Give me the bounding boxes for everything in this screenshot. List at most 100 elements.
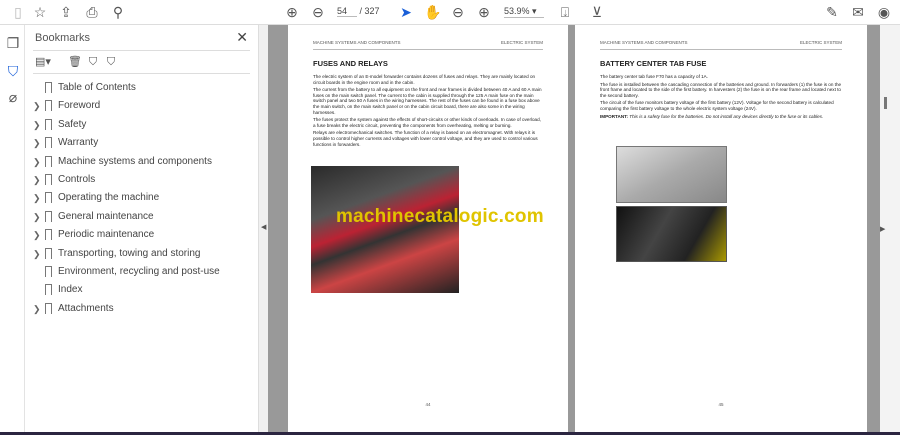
fill-sign-icon[interactable]: ✎ xyxy=(824,4,840,20)
bookmark-item[interactable]: ❯ Warranty xyxy=(25,135,258,151)
chevron-right-icon[interactable]: ❯ xyxy=(33,135,41,151)
panel-title: Bookmarks xyxy=(35,32,91,44)
bookmark-icon xyxy=(45,100,52,112)
chevron-right-icon[interactable]: ❯ xyxy=(33,301,41,317)
save-icon[interactable]: ▯ xyxy=(10,4,26,20)
paragraph: The battery center tab fuse F70 has a ca… xyxy=(600,74,709,79)
document-viewer: MACHINE SYSTEMS AND COMPONENTS ELECTRIC S… xyxy=(268,25,890,432)
important-text: This is a safety fuse for the batteries.… xyxy=(627,113,824,119)
bookmark-icon xyxy=(45,247,52,259)
delete-icon[interactable]: 🗑 xyxy=(67,54,83,70)
page-fit-icon[interactable]: ⍗ xyxy=(557,4,573,20)
forwarder-fuse-photo xyxy=(616,146,727,203)
new-bookmark-icon[interactable]: ⛉ xyxy=(85,54,101,70)
scroll-mode-icon[interactable]: ⊻ xyxy=(589,4,605,20)
zoom-value: 53.9% xyxy=(504,6,530,16)
star-icon[interactable]: ☆ xyxy=(32,4,48,20)
bookmark-item[interactable]: Index xyxy=(25,282,258,298)
important-label: IMPORTANT: xyxy=(600,113,628,119)
zoom-level-select[interactable]: 53.9% ▾ xyxy=(504,6,544,18)
paragraph: Relays are electromechanical switches. T… xyxy=(313,130,538,147)
bookmark-item[interactable]: ❯ Foreword xyxy=(25,98,258,114)
bookmark-item[interactable]: ❯ Controls xyxy=(25,172,258,188)
bookmark-label: Warranty xyxy=(58,137,99,149)
bookmark-icon[interactable]: ⛉ xyxy=(5,63,21,79)
paragraph: The current from the battery to all equi… xyxy=(313,87,542,115)
chevron-right-icon[interactable]: ❯ xyxy=(33,98,41,114)
print-icon[interactable]: ⎙ xyxy=(84,4,100,20)
bookmark-item[interactable]: ❯ Operating the machine xyxy=(25,190,258,206)
panel-splitter[interactable]: ◀ xyxy=(258,25,268,435)
paragraph: The fuses protect the system against the… xyxy=(313,117,541,128)
chevron-right-icon[interactable]: ❯ xyxy=(33,246,41,262)
bookmark-icon xyxy=(45,118,52,130)
bookmark-label: Table of Contents xyxy=(58,82,136,93)
bookmark-item[interactable]: ❯ Safety xyxy=(25,117,258,133)
page-number-input[interactable]: 54 xyxy=(337,6,357,17)
bookmark-label: Controls xyxy=(58,174,96,185)
expand-arrow-icon[interactable]: ▶ xyxy=(880,225,885,233)
header-right: ELECTRIC SYSTEM xyxy=(500,40,543,45)
bookmark-icon xyxy=(45,229,52,241)
previous-page-icon[interactable]: ⊕ xyxy=(284,4,300,20)
page-total: / 327 xyxy=(359,6,380,16)
bookmark-label: Index xyxy=(58,284,83,296)
paragraph: The circuit of the fuse monitors battery… xyxy=(600,100,834,111)
bookmark-icon xyxy=(45,266,52,277)
bookmark-label: Transporting, towing and storing xyxy=(58,247,201,259)
bookmark-item[interactable]: ❯ Attachments xyxy=(25,301,258,317)
bookmark-icon xyxy=(45,192,52,204)
bookmark-item[interactable]: Environment, recycling and post-use xyxy=(25,264,258,280)
bookmark-icon xyxy=(45,210,52,222)
page-number: 44 xyxy=(425,402,431,408)
bookmark-icon xyxy=(45,137,52,149)
bookmark-label: Periodic maintenance xyxy=(58,229,155,241)
mail-icon[interactable]: ✉ xyxy=(850,4,866,20)
page-45: MACHINE SYSTEMS AND COMPONENTS ELECTRIC S… xyxy=(575,25,867,432)
page-44: MACHINE SYSTEMS AND COMPONENTS ELECTRIC S… xyxy=(288,25,568,432)
find-bookmark-icon[interactable]: ⛉ xyxy=(103,54,119,70)
bookmark-item[interactable]: ❯ Machine systems and components xyxy=(25,154,258,170)
toolbar: ▯ ☆ ⇪ ⎙ ⚲ ⊕ ⊖ 54 / 327 ➤ ✋ ⊖ ⊕ 53.9% ▾ ⍗… xyxy=(0,0,900,25)
chevron-right-icon[interactable]: ❯ xyxy=(33,117,41,133)
harvester-fuse-photo xyxy=(616,206,727,262)
header-left: MACHINE SYSTEMS AND COMPONENTS xyxy=(600,40,688,45)
pages-icon[interactable]: ❐ xyxy=(5,35,21,51)
options-menu-icon[interactable]: ▤▾ xyxy=(35,54,51,70)
chevron-right-icon[interactable]: ❯ xyxy=(33,227,41,243)
account-icon[interactable]: ◉ xyxy=(876,4,892,20)
chevron-right-icon[interactable]: ❯ xyxy=(33,172,41,188)
attachment-icon[interactable]: ⌀ xyxy=(5,89,21,105)
bookmark-label: Attachments xyxy=(58,302,114,314)
next-page-icon[interactable]: ⊖ xyxy=(310,4,326,20)
bookmark-icon xyxy=(45,82,52,93)
paragraph: The electric system of an E-model forwar… xyxy=(313,74,536,85)
section-title: BATTERY CENTER TAB FUSE xyxy=(600,59,707,68)
select-cursor-icon[interactable]: ➤ xyxy=(398,4,414,20)
search-icon[interactable]: ⚲ xyxy=(110,4,126,20)
watermark: machinecatalogic.com xyxy=(336,206,544,227)
chevron-right-icon[interactable]: ❯ xyxy=(33,209,41,225)
bookmark-label: General maintenance xyxy=(58,210,154,222)
vertical-scrollbar[interactable]: ▶ xyxy=(880,25,900,432)
bookmark-item[interactable]: Table of Contents xyxy=(25,80,258,96)
bookmark-item[interactable]: ❯ Periodic maintenance xyxy=(25,227,258,243)
zoom-out-icon[interactable]: ⊖ xyxy=(450,4,466,20)
bookmark-label: Environment, recycling and post-use xyxy=(58,266,220,277)
bookmark-item[interactable]: ❯ General maintenance xyxy=(25,209,258,225)
zoom-in-icon[interactable]: ⊕ xyxy=(476,4,492,20)
page-number: 45 xyxy=(718,402,724,408)
hand-tool-icon[interactable]: ✋ xyxy=(424,4,441,20)
fuse-box-photo xyxy=(311,166,459,293)
chevron-right-icon[interactable]: ❯ xyxy=(33,190,41,206)
bookmark-item[interactable]: ❯ Transporting, towing and storing xyxy=(25,246,258,262)
bookmark-icon xyxy=(45,174,52,185)
section-title: FUSES AND RELAYS xyxy=(313,59,388,68)
left-rail: ❐ ⛉ ⌀ xyxy=(0,25,25,435)
bookmark-icon xyxy=(45,302,52,314)
upload-cloud-icon[interactable]: ⇪ xyxy=(58,4,74,20)
close-icon[interactable]: ✕ xyxy=(236,29,248,46)
chevron-right-icon[interactable]: ❯ xyxy=(33,154,41,170)
collapse-arrow-icon[interactable]: ◀ xyxy=(261,223,266,231)
header-left: MACHINE SYSTEMS AND COMPONENTS xyxy=(313,40,401,45)
